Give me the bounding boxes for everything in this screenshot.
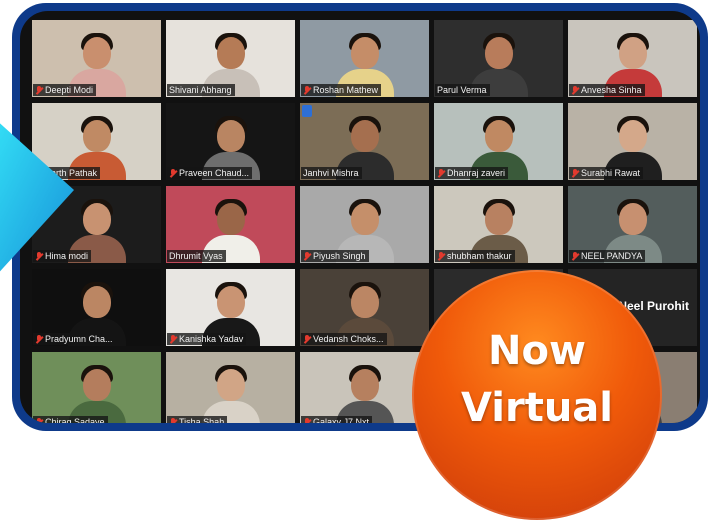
muted-mic-icon: [169, 417, 177, 423]
participant-nametag: Chirag Sadaye: [33, 416, 108, 423]
muted-mic-icon: [35, 334, 43, 344]
participant-tile[interactable]: Piyush Singh: [300, 186, 429, 263]
badge-line-2: Virtual: [461, 385, 613, 431]
participant-tile[interactable]: Roshan Mathew: [300, 20, 429, 97]
participant-tile[interactable]: Janhvi Mishra: [300, 103, 429, 180]
participant-name: Galaxy J7 Nxt: [313, 417, 370, 423]
participant-nametag: Piyush Singh: [301, 250, 369, 262]
participant-video-figure: [335, 363, 394, 423]
participant-nametag: Vedansh Choks...: [301, 333, 387, 345]
raise-hand-icon: [302, 105, 312, 117]
participant-tile[interactable]: Shivani Abhang: [166, 20, 295, 97]
participant-nametag: Galaxy J7 Nxt: [301, 416, 373, 423]
muted-mic-icon: [35, 85, 43, 95]
participant-name: Surabhi Rawat: [581, 168, 641, 178]
participant-nametag: shubham thakur: [435, 250, 515, 262]
participant-tile[interactable]: Galaxy J7 Nxt: [300, 352, 429, 423]
muted-mic-icon: [303, 85, 311, 95]
participant-nametag: Dhrumit Vyas: [167, 250, 226, 262]
participant-name: Vedansh Choks...: [313, 334, 384, 344]
participant-name: Anvesha Sinha: [581, 85, 642, 95]
muted-mic-icon: [571, 168, 579, 178]
participant-tile[interactable]: Kanishka Yadav: [166, 269, 295, 346]
participant-nametag: Roshan Mathew: [301, 84, 382, 96]
muted-mic-icon: [169, 168, 177, 178]
participant-name: Pradyumn Cha...: [45, 334, 113, 344]
participant-name: Shivani Abhang: [169, 85, 232, 95]
participant-nametag: Janhvi Mishra: [301, 167, 362, 179]
participant-nametag: Kanishka Yadav: [167, 333, 247, 345]
participant-nametag: Shivani Abhang: [167, 84, 235, 96]
muted-mic-icon: [169, 334, 177, 344]
participant-name: Parul Verma: [437, 85, 487, 95]
muted-mic-icon: [303, 334, 311, 344]
participant-tile[interactable]: Pradyumn Cha...: [32, 269, 161, 346]
participant-name: Tisha Shah: [179, 417, 225, 423]
participant-nametag: Pradyumn Cha...: [33, 333, 116, 345]
participant-name: Chirag Sadaye: [45, 417, 105, 423]
participant-tile[interactable]: Anvesha Sinha: [568, 20, 697, 97]
participant-nametag: Surabhi Rawat: [569, 167, 644, 179]
participant-name: Deepti Modi: [45, 85, 94, 95]
now-virtual-badge: Now Virtual: [412, 270, 662, 520]
participant-name: Roshan Mathew: [313, 85, 379, 95]
muted-mic-icon: [303, 251, 311, 261]
participant-tile[interactable]: Dhrumit Vyas: [166, 186, 295, 263]
participant-video-figure: [67, 363, 126, 423]
muted-mic-icon: [303, 417, 311, 423]
participant-name: shubham thakur: [447, 251, 512, 261]
participant-nametag: Dhanraj zaveri: [435, 167, 509, 179]
badge-line-1: Now: [488, 328, 586, 374]
participant-name: Piyush Singh: [313, 251, 366, 261]
participant-tile[interactable]: Praveen Chaud...: [166, 103, 295, 180]
participant-tile[interactable]: NEEL PANDYA: [568, 186, 697, 263]
participant-nametag: NEEL PANDYA: [569, 250, 646, 262]
participant-nametag: Deepti Modi: [33, 84, 97, 96]
participant-nametag: Praveen Chaud...: [167, 167, 253, 179]
participant-name: Dhanraj zaveri: [447, 168, 506, 178]
muted-mic-icon: [571, 85, 579, 95]
participant-tile[interactable]: shubham thakur: [434, 186, 563, 263]
muted-mic-icon: [35, 417, 43, 423]
participant-nametag: Parul Verma: [435, 84, 490, 96]
participant-tile[interactable]: Chirag Sadaye: [32, 352, 161, 423]
participant-tile[interactable]: Vedansh Choks...: [300, 269, 429, 346]
arrow-decoration: [0, 123, 74, 272]
participant-video-figure: [201, 363, 260, 423]
muted-mic-icon: [571, 251, 579, 261]
participant-name: Kanishka Yadav: [179, 334, 244, 344]
participant-nametag: Tisha Shah: [167, 416, 228, 423]
participant-tile[interactable]: Dhanraj zaveri: [434, 103, 563, 180]
participant-name: NEEL PANDYA: [581, 251, 643, 261]
participant-tile[interactable]: Surabhi Rawat: [568, 103, 697, 180]
participant-name: Janhvi Mishra: [303, 168, 359, 178]
participant-tile[interactable]: Deepti Modi: [32, 20, 161, 97]
participant-tile[interactable]: Parul Verma: [434, 20, 563, 97]
participant-nametag: Anvesha Sinha: [569, 84, 645, 96]
muted-mic-icon: [437, 251, 445, 261]
muted-mic-icon: [437, 168, 445, 178]
participant-tile[interactable]: Tisha Shah: [166, 352, 295, 423]
participant-name: Praveen Chaud...: [179, 168, 250, 178]
participant-name: Dhrumit Vyas: [169, 251, 223, 261]
